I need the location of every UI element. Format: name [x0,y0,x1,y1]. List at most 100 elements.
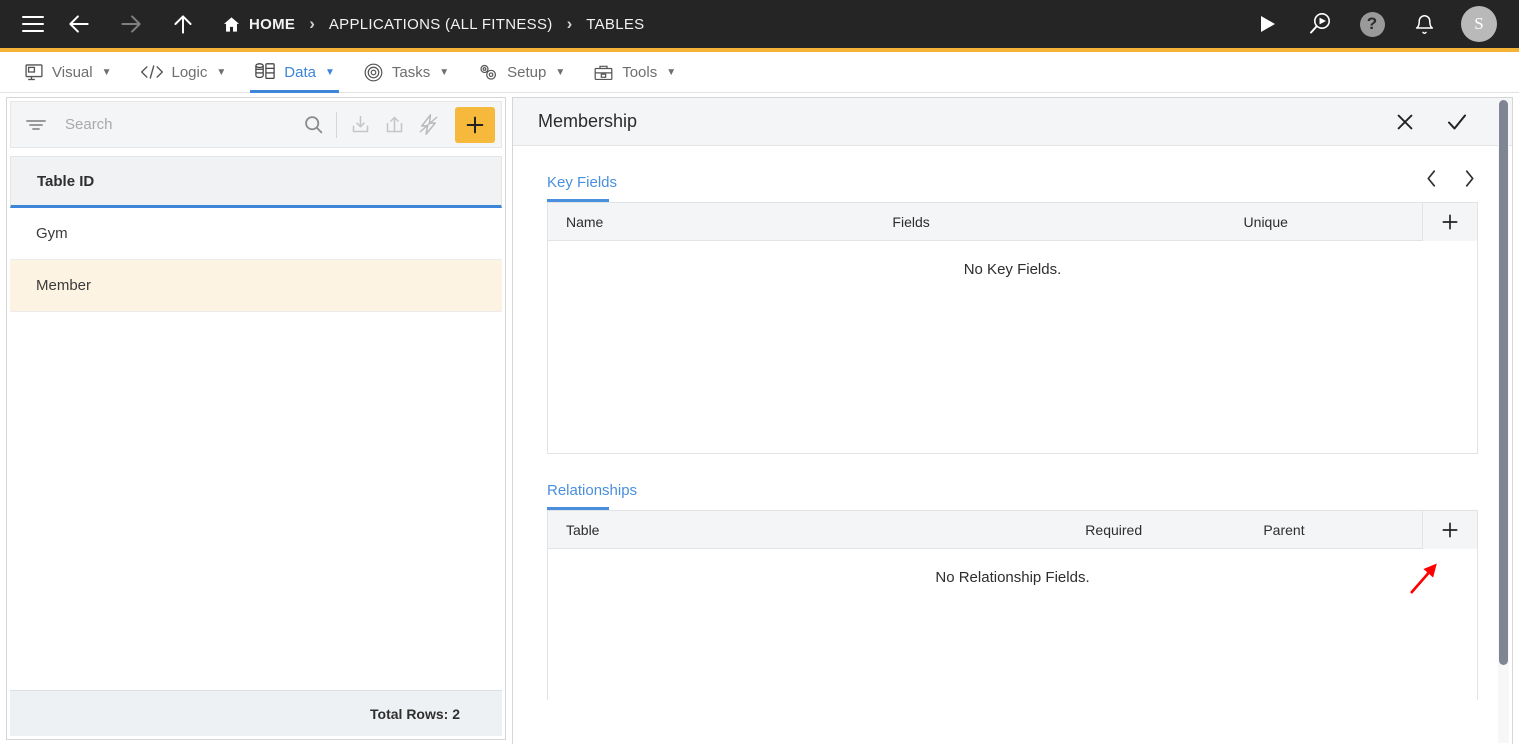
toolbar-divider [336,111,337,138]
breadcrumb-item-applications[interactable]: APPLICATIONS (ALL FITNESS) [329,16,553,33]
chevron-down-icon: ▼ [666,66,677,78]
list-column-header[interactable]: Table ID [10,156,502,208]
application-menu-bar: Visual ▼ Logic ▼ Data ▼ Tasks ▼ Setup ▼ … [0,52,1519,93]
menu-item-setup[interactable]: Setup ▼ [463,52,579,93]
filter-icon[interactable] [25,117,47,133]
chevron-left-icon[interactable] [1422,169,1440,194]
home-icon [222,15,241,34]
tab-label-key-fields: Key Fields [547,174,618,191]
active-tab-underline [547,199,609,202]
target-gear-icon [363,62,384,83]
chevron-down-icon: ▼ [101,66,112,78]
chevron-down-icon: ▼ [439,66,450,78]
up-button[interactable] [166,7,200,41]
column-header-table-id: Table ID [37,172,95,190]
gears-icon [477,62,499,83]
chevron-down-icon: ▼ [324,66,335,78]
search-input[interactable] [65,116,296,133]
chevron-right-icon[interactable] [1460,169,1478,194]
add-table-button[interactable] [455,106,495,143]
list-footer: Total Rows: 2 [10,690,502,736]
menu-label-tools: Tools [622,63,658,81]
breadcrumb-item-tables[interactable]: TABLES [586,16,644,33]
tab-label-relationships: Relationships [547,482,638,499]
menu-item-data[interactable]: Data ▼ [240,52,349,93]
menu-item-visual[interactable]: Visual ▼ [10,52,126,93]
relationships-tab-row: Relationships [547,454,1478,510]
table-row-gym[interactable]: Gym [10,208,502,260]
database-icon [254,62,276,82]
relationships-add-button[interactable] [1421,511,1478,549]
lightning-bolt-icon[interactable] [411,108,445,142]
import-download-icon[interactable] [343,108,377,142]
export-share-icon[interactable] [377,108,411,142]
section-pager [1422,169,1478,202]
table-row-label: Gym [36,225,68,242]
key-fields-grid: Name Fields Unique No Key Fields. [547,202,1478,454]
tables-list-body: Gym Member [10,208,502,690]
toolbox-icon [593,62,614,82]
column-header-parent[interactable]: Parent [1263,522,1421,538]
search-icon[interactable] [296,108,330,142]
total-rows-label: Total Rows: 2 [370,705,460,722]
column-header-fields[interactable]: Fields [892,214,1243,230]
breadcrumb-separator: › [309,14,315,33]
hamburger-menu-icon[interactable] [22,16,44,32]
breadcrumb-item-home[interactable]: HOME [222,15,295,34]
page-title: Membership [538,111,638,131]
menu-label-data: Data [284,63,316,81]
menu-label-tasks: Tasks [391,63,431,81]
detail-panel-header: Membership [513,98,1512,146]
chevron-down-icon: ▼ [555,66,566,78]
top-navigation-bar: HOME › APPLICATIONS (ALL FITNESS) › TABL… [0,0,1519,52]
debug-run-icon[interactable] [1305,9,1335,39]
column-header-unique[interactable]: Unique [1244,214,1422,230]
breadcrumb-separator-2: › [566,14,573,33]
relationships-empty-message: No Relationship Fields. [935,569,1090,586]
back-button[interactable] [62,7,96,41]
menu-label-visual: Visual [52,63,93,81]
top-bar-actions: ? S [1253,6,1519,42]
column-header-required[interactable]: Required [1085,522,1263,538]
tab-relationships[interactable]: Relationships [547,482,637,510]
help-icon[interactable]: ? [1357,9,1387,39]
user-avatar[interactable]: S [1461,6,1497,42]
key-fields-empty-message: No Key Fields. [963,261,1062,278]
forward-button [114,7,148,41]
monitor-icon [24,62,44,82]
column-header-name[interactable]: Name [566,214,892,230]
breadcrumb-label-applications: APPLICATIONS (ALL FITNESS) [328,15,553,33]
run-icon[interactable] [1253,9,1283,39]
menu-item-tools[interactable]: Tools ▼ [579,52,690,93]
close-x-icon[interactable] [1392,109,1418,135]
confirm-checkmark-icon[interactable] [1444,109,1470,135]
breadcrumb-label-tables: TABLES [586,15,645,33]
detail-panel-body: Key Fields Name Fields Unique No Key Fie… [513,146,1512,744]
relationships-grid: Table Required Parent No Relationship Fi… [547,510,1478,700]
code-icon [140,63,164,81]
tab-key-fields[interactable]: Key Fields [547,174,617,202]
key-fields-add-button[interactable] [1421,203,1477,241]
menu-label-logic: Logic [171,63,208,81]
tables-list-panel: Table ID Gym Member Total Rows: 2 [6,97,506,740]
chevron-down-icon: ▼ [216,66,227,78]
active-tab-underline [547,507,609,510]
table-row-label: Member [36,277,92,294]
list-toolbar [10,101,502,148]
help-question-glyph: ? [1359,11,1385,37]
table-row-member[interactable]: Member [10,260,502,312]
key-fields-grid-header: Name Fields Unique [548,203,1477,241]
table-detail-panel: Membership Key Fields Name Fields Unique… [512,97,1513,744]
menu-label-setup: Setup [507,63,547,81]
column-header-table[interactable]: Table [566,522,1085,538]
detail-panel-scrollbar[interactable] [1498,100,1509,743]
detail-panel-actions [1392,109,1512,135]
relationships-grid-header: Table Required Parent [548,511,1478,549]
key-fields-tab-row: Key Fields [547,146,1478,202]
active-tab-underline [250,89,339,93]
scrollbar-thumb[interactable] [1499,100,1508,665]
menu-item-tasks[interactable]: Tasks ▼ [349,52,463,93]
notifications-bell-icon[interactable] [1409,9,1439,39]
menu-item-logic[interactable]: Logic ▼ [126,52,241,93]
breadcrumb-label-home: HOME [249,15,296,33]
